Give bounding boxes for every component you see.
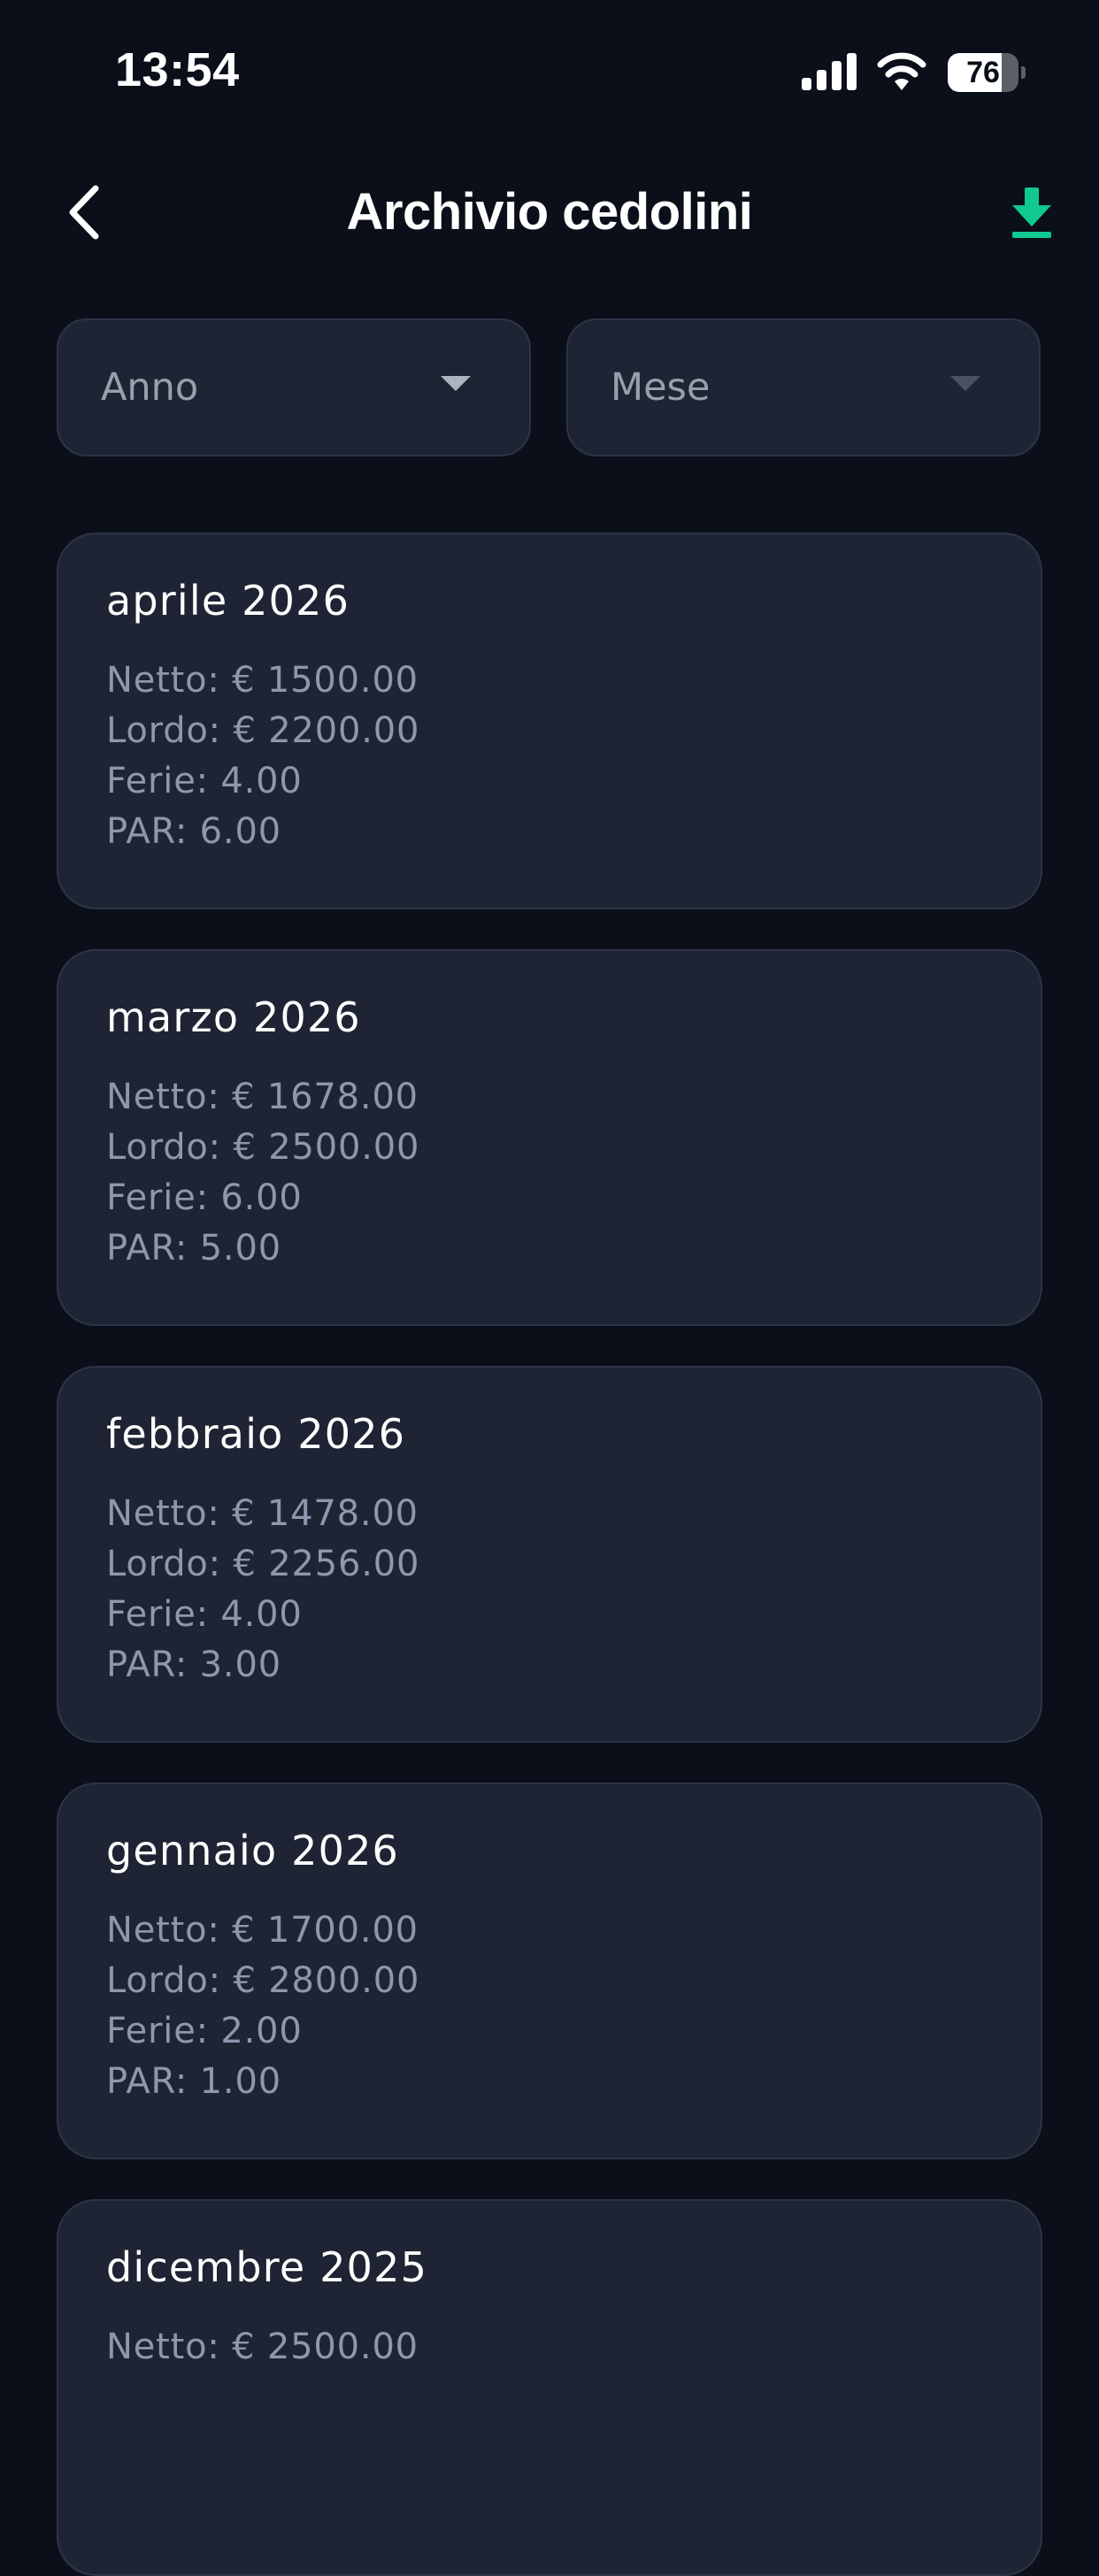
payslip-gross: Lordo: € 2200.00 [106, 710, 420, 751]
payslip-holidays: Ferie: 6.00 [106, 1177, 303, 1218]
payslip-net: Netto: € 1478.00 [106, 1493, 419, 1534]
year-filter-label: Anno [101, 365, 199, 410]
payslip-month: aprile 2026 [106, 577, 350, 625]
caret-down-icon [441, 376, 471, 391]
download-icon [1012, 188, 1051, 238]
payslip-par: PAR: 1.00 [106, 2061, 281, 2102]
page-title: Archivio cedolini [346, 183, 753, 241]
battery-icon: 76 [948, 53, 1026, 92]
payslip-par: PAR: 6.00 [106, 811, 281, 852]
status-bar: 13:54 76 [0, 0, 1099, 133]
payslip-holidays: Ferie: 2.00 [106, 2011, 303, 2051]
payslip-gross: Lordo: € 2256.00 [106, 1544, 420, 1584]
signal-icon [802, 53, 857, 90]
payslip-holidays: Ferie: 4.00 [106, 761, 303, 801]
battery-cap [1021, 66, 1026, 79]
payslip-net: Netto: € 2500.00 [106, 2327, 419, 2367]
battery-body: 76 [948, 53, 1018, 92]
payslip-net: Netto: € 1500.00 [106, 660, 419, 701]
payslip-card[interactable]: gennaio 2026 Netto: € 1700.00 Lordo: € 2… [57, 1782, 1042, 2159]
month-filter-dropdown[interactable]: Mese [566, 318, 1041, 456]
year-filter-dropdown[interactable]: Anno [57, 318, 531, 456]
payslip-card[interactable]: marzo 2026 Netto: € 1678.00 Lordo: € 250… [57, 949, 1042, 1326]
payslip-holidays: Ferie: 4.00 [106, 1594, 303, 1635]
payslip-card[interactable]: dicembre 2025 Netto: € 2500.00 [57, 2199, 1042, 2576]
payslip-card[interactable]: febbraio 2026 Netto: € 1478.00 Lordo: € … [57, 1366, 1042, 1743]
payslip-month: gennaio 2026 [106, 1827, 400, 1874]
status-time: 13:54 [115, 43, 240, 96]
battery-percent: 76 [966, 56, 1000, 89]
payslip-month: marzo 2026 [106, 993, 361, 1041]
caret-down-icon [950, 376, 980, 391]
download-button[interactable] [1000, 179, 1064, 246]
month-filter-label: Mese [611, 365, 711, 410]
payslip-month: febbraio 2026 [106, 1410, 406, 1458]
payslip-par: PAR: 3.00 [106, 1644, 281, 1685]
wifi-icon [877, 52, 926, 90]
payslip-gross: Lordo: € 2500.00 [106, 1127, 420, 1168]
payslip-card[interactable]: aprile 2026 Netto: € 1500.00 Lordo: € 22… [57, 533, 1042, 909]
header: Archivio cedolini [0, 159, 1099, 265]
payslip-par: PAR: 5.00 [106, 1228, 281, 1269]
payslip-gross: Lordo: € 2800.00 [106, 1960, 420, 2001]
payslip-month: dicembre 2025 [106, 2243, 428, 2291]
payslip-net: Netto: € 1678.00 [106, 1077, 419, 1117]
payslip-net: Netto: € 1700.00 [106, 1910, 419, 1951]
